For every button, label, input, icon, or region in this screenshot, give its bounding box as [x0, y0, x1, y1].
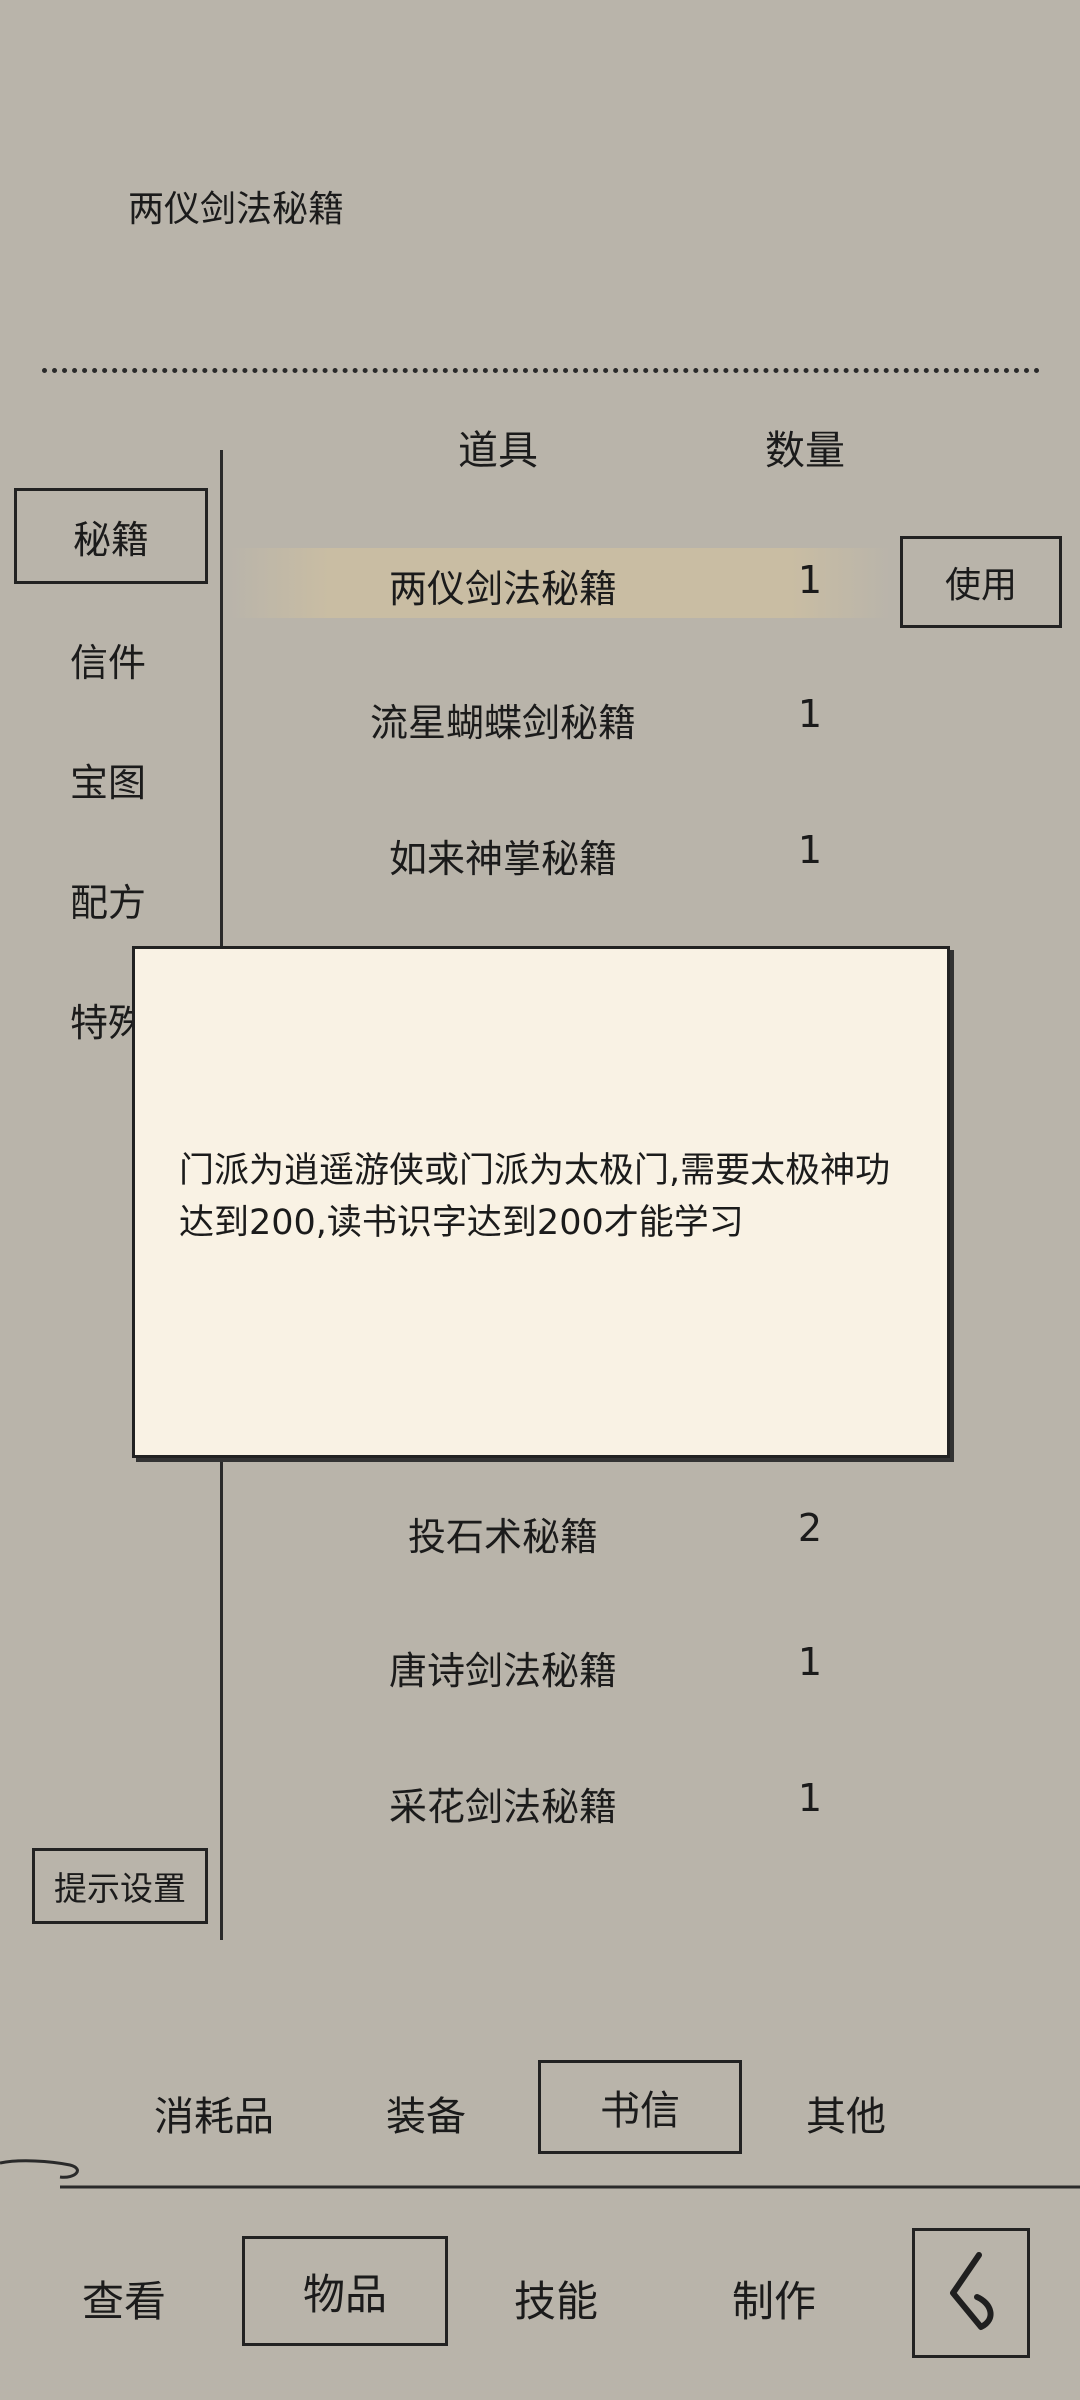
tab-label: 书信 [600, 2088, 680, 2134]
use-button[interactable]: 使用 [900, 536, 1062, 628]
column-header-quantity: 数量 [765, 428, 845, 474]
use-button-label: 使用 [944, 565, 1017, 606]
nav-tab-items[interactable]: 物品 [242, 2236, 448, 2346]
page-title: 两仪剑法秘籍 [128, 189, 345, 230]
item-name[interactable]: 两仪剑法秘籍 [293, 558, 713, 613]
item-quantity: 1 [797, 828, 823, 872]
item-quantity: 1 [797, 558, 823, 602]
item-quantity: 1 [797, 1776, 823, 1820]
nav-tab-view[interactable]: 查看 [82, 2268, 166, 2329]
back-arrow-icon [950, 2252, 994, 2330]
tip-settings-button[interactable]: 提示设置 [32, 1848, 208, 1924]
nav-tab-label: 物品 [302, 2269, 387, 2319]
back-button[interactable] [912, 2228, 1030, 2358]
header-divider [42, 368, 1040, 373]
item-quantity: 1 [797, 692, 823, 736]
tab-consumables[interactable]: 消耗品 [154, 2084, 274, 2142]
item-quantity: 1 [797, 1640, 823, 1684]
item-name[interactable]: 投石术秘籍 [293, 1506, 713, 1561]
item-name[interactable]: 如来神掌秘籍 [293, 828, 713, 883]
tab-equipment[interactable]: 装备 [386, 2084, 466, 2142]
item-quantity: 2 [797, 1506, 823, 1550]
item-name[interactable]: 流星蝴蝶剑秘籍 [293, 692, 713, 747]
item-name[interactable]: 唐诗剑法秘籍 [293, 1640, 713, 1695]
tab-other[interactable]: 其他 [806, 2084, 886, 2142]
sidebar-item-label: 秘籍 [72, 517, 149, 562]
nav-tab-craft[interactable]: 制作 [732, 2268, 816, 2329]
sidebar-item-secret-books[interactable]: 秘籍 [14, 488, 208, 584]
item-name[interactable]: 采花剑法秘籍 [293, 1776, 713, 1831]
tip-settings-label: 提示设置 [54, 1869, 186, 1908]
bottom-divider [0, 2159, 1080, 2189]
tab-books-letters[interactable]: 书信 [538, 2060, 742, 2154]
tooltip-text: 门派为逍遥游侠或门派为太极门,需要太极神功达到200,读书识字达到200才能学习 [179, 1151, 891, 1243]
sidebar-item-recipes[interactable]: 配方 [70, 872, 190, 927]
sidebar-item-letters[interactable]: 信件 [70, 632, 190, 687]
column-header-item: 道具 [458, 428, 538, 474]
sidebar-item-treasure-maps[interactable]: 宝图 [70, 752, 190, 807]
nav-tab-skills[interactable]: 技能 [514, 2268, 598, 2329]
requirement-tooltip[interactable]: 门派为逍遥游侠或门派为太极门,需要太极神功达到200,读书识字达到200才能学习 [132, 946, 950, 1458]
